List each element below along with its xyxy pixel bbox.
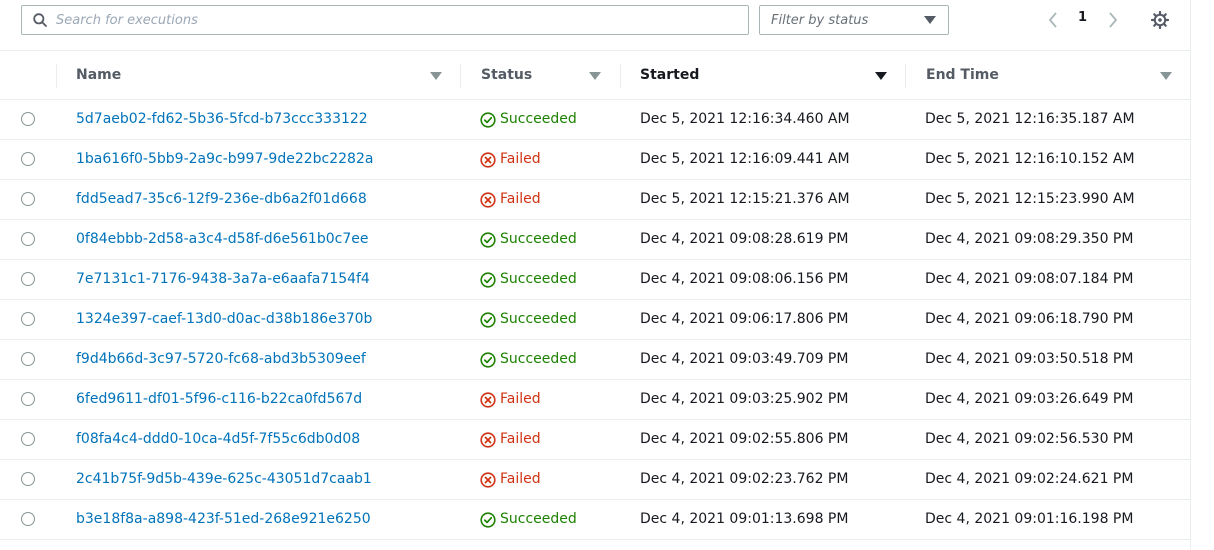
table-row[interactable]: 2c41b75f-9d5b-439e-625c-43051d7caab1 Fail… <box>0 460 1190 500</box>
row-select-radio[interactable] <box>21 192 35 206</box>
sort-caret-icon[interactable] <box>589 72 601 80</box>
started-time: Dec 5, 2021 12:15:21.376 AM <box>640 191 850 207</box>
row-select-radio[interactable] <box>21 272 35 286</box>
started-time: Dec 4, 2021 09:08:28.619 PM <box>640 231 849 247</box>
column-header-end-time[interactable]: End Time <box>926 51 1176 99</box>
row-select-radio[interactable] <box>21 512 35 526</box>
status-text: Failed <box>500 471 541 487</box>
status-text: Failed <box>500 431 541 447</box>
end-time: Dec 5, 2021 12:16:35.187 AM <box>925 111 1135 127</box>
page-number-1[interactable]: 1 <box>1078 10 1087 25</box>
started-time: Dec 4, 2021 09:06:17.806 PM <box>640 311 849 327</box>
row-select-radio[interactable] <box>21 352 35 366</box>
execution-name-link[interactable]: f08fa4c4-ddd0-10ca-4d5f-7f55c6db0d08 <box>76 431 360 447</box>
status-text: Failed <box>500 191 541 207</box>
end-time: Dec 5, 2021 12:15:23.990 AM <box>925 191 1135 207</box>
row-select-radio[interactable] <box>21 312 35 326</box>
column-header-status[interactable]: Status <box>481 51 621 99</box>
status-text: Succeeded <box>500 511 577 527</box>
execution-name-link[interactable]: f9d4b66d-3c97-5720-fc68-abd3b5309eef <box>76 351 366 367</box>
table-row[interactable]: f08fa4c4-ddd0-10ca-4d5f-7f55c6db0d08 Fail… <box>0 420 1190 460</box>
column-header-label: Status <box>481 67 533 83</box>
status-text: Failed <box>500 391 541 407</box>
table-row[interactable]: b3e18f8a-a898-423f-51ed-268e921e6250 Succ… <box>0 500 1190 540</box>
end-time: Dec 4, 2021 09:08:29.350 PM <box>925 231 1134 247</box>
started-time: Dec 4, 2021 09:03:49.709 PM <box>640 351 849 367</box>
status-text: Succeeded <box>500 311 577 327</box>
panel-edge <box>1190 0 1191 550</box>
row-select-radio[interactable] <box>21 472 35 486</box>
table-header: Name Status Started End Time <box>0 50 1190 100</box>
column-header-label: Name <box>76 67 122 83</box>
end-time: Dec 4, 2021 09:08:07.184 PM <box>925 271 1134 287</box>
end-time: Dec 4, 2021 09:03:26.649 PM <box>925 391 1134 407</box>
status-text: Failed <box>500 151 541 167</box>
started-time: Dec 5, 2021 12:16:09.441 AM <box>640 151 850 167</box>
end-time: Dec 4, 2021 09:03:50.518 PM <box>925 351 1134 367</box>
end-time: Dec 5, 2021 12:16:10.152 AM <box>925 151 1135 167</box>
gear-icon[interactable] <box>1150 10 1170 30</box>
execution-name-link[interactable]: 1324e397-caef-13d0-d0ac-d38b186e370b <box>76 311 372 327</box>
started-time: Dec 4, 2021 09:02:23.762 PM <box>640 471 849 487</box>
table-row[interactable]: 1ba616f0-5bb9-2a9c-b997-9de22bc2282a Fail… <box>0 140 1190 180</box>
column-divider <box>460 64 461 88</box>
status-filter-select[interactable]: Filter by status <box>759 5 949 35</box>
started-time: Dec 4, 2021 09:02:55.806 PM <box>640 431 849 447</box>
status-text: Succeeded <box>500 231 577 247</box>
search-box[interactable] <box>21 5 749 35</box>
status-text: Succeeded <box>500 111 577 127</box>
table-row[interactable]: 5d7aeb02-fd62-5b36-5fcd-b73ccc333122 Succ… <box>0 100 1190 140</box>
end-time: Dec 4, 2021 09:02:56.530 PM <box>925 431 1134 447</box>
search-icon <box>33 13 47 27</box>
started-time: Dec 4, 2021 09:08:06.156 PM <box>640 271 849 287</box>
execution-name-link[interactable]: 0f84ebbb-2d58-a3c4-d58f-d6e561b0c7ee <box>76 231 368 247</box>
column-divider <box>620 64 621 88</box>
column-divider <box>56 64 57 88</box>
status-text: Succeeded <box>500 351 577 367</box>
execution-name-link[interactable]: 5d7aeb02-fd62-5b36-5fcd-b73ccc333122 <box>76 111 368 127</box>
next-page-button[interactable] <box>1106 10 1120 30</box>
previous-page-button[interactable] <box>1046 10 1060 30</box>
row-select-radio[interactable] <box>21 432 35 446</box>
execution-name-link[interactable]: 1ba616f0-5bb9-2a9c-b997-9de22bc2282a <box>76 151 373 167</box>
end-time: Dec 4, 2021 09:01:16.198 PM <box>925 511 1134 527</box>
table-row[interactable]: fdd5ead7-35c6-12f9-236e-db6a2f01d668 Fail… <box>0 180 1190 220</box>
row-select-radio[interactable] <box>21 112 35 126</box>
row-select-radio[interactable] <box>21 152 35 166</box>
sort-caret-icon[interactable] <box>430 72 442 80</box>
row-select-radio[interactable] <box>21 232 35 246</box>
status-filter-label: Filter by status <box>771 13 869 28</box>
search-input[interactable] <box>56 6 736 34</box>
sort-caret-active-icon[interactable] <box>875 72 887 80</box>
end-time: Dec 4, 2021 09:06:18.790 PM <box>925 311 1134 327</box>
end-time: Dec 4, 2021 09:02:24.621 PM <box>925 471 1134 487</box>
status-text: Succeeded <box>500 271 577 287</box>
started-time: Dec 4, 2021 09:01:13.698 PM <box>640 511 849 527</box>
execution-name-link[interactable]: 6fed9611-df01-5f96-c116-b22ca0fd567d <box>76 391 362 407</box>
started-time: Dec 4, 2021 09:03:25.902 PM <box>640 391 849 407</box>
column-header-label: End Time <box>926 67 999 83</box>
row-select-radio[interactable] <box>21 392 35 406</box>
started-time: Dec 5, 2021 12:16:34.460 AM <box>640 111 850 127</box>
table-row[interactable]: 6fed9611-df01-5f96-c116-b22ca0fd567d Fail… <box>0 380 1190 420</box>
execution-name-link[interactable]: 2c41b75f-9d5b-439e-625c-43051d7caab1 <box>76 471 372 487</box>
column-header-label: Started <box>640 67 700 83</box>
column-header-started[interactable]: Started <box>640 51 906 99</box>
execution-name-link[interactable]: 7e7131c1-7176-9438-3a7a-e6aafa7154f4 <box>76 271 370 287</box>
sort-caret-icon[interactable] <box>1160 72 1172 80</box>
table-row[interactable]: 1324e397-caef-13d0-d0ac-d38b186e370b Succ… <box>0 300 1190 340</box>
table-row[interactable]: f9d4b66d-3c97-5720-fc68-abd3b5309eef Succ… <box>0 340 1190 380</box>
column-divider <box>905 64 906 88</box>
table-row[interactable]: 0f84ebbb-2d58-a3c4-d58f-d6e561b0c7ee Succ… <box>0 220 1190 260</box>
caret-down-icon <box>924 16 936 24</box>
execution-name-link[interactable]: b3e18f8a-a898-423f-51ed-268e921e6250 <box>76 511 371 527</box>
column-header-name[interactable]: Name <box>76 51 460 99</box>
table-row[interactable]: 7e7131c1-7176-9438-3a7a-e6aafa7154f4 Succ… <box>0 260 1190 300</box>
execution-name-link[interactable]: fdd5ead7-35c6-12f9-236e-db6a2f01d668 <box>76 191 367 207</box>
